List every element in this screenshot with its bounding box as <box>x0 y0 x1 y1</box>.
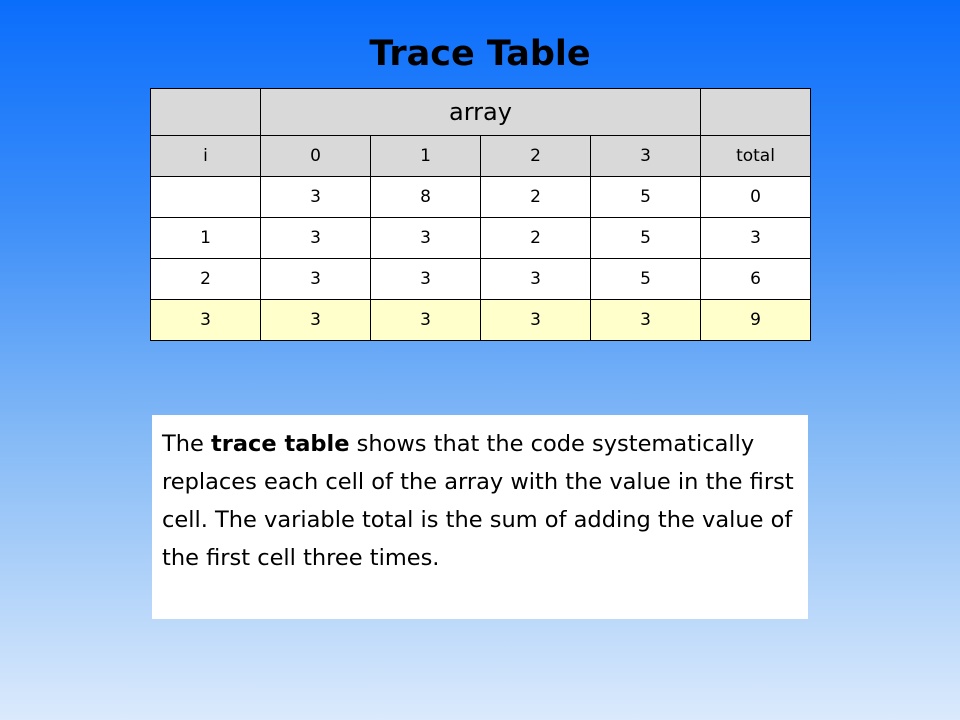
note-bold-term: trace table <box>211 431 350 457</box>
table-cell: 0 <box>700 176 811 218</box>
table-cell: 5 <box>590 258 701 300</box>
table-header-row: array <box>150 88 811 136</box>
table-cell: 8 <box>370 176 481 218</box>
table-row: 2 3 3 3 5 6 <box>150 258 811 300</box>
slide-title: Trace Table <box>369 34 591 74</box>
table-cell: 3 <box>700 217 811 259</box>
table-cell: 2 <box>480 176 591 218</box>
index-header-row: i 0 1 2 3 total <box>150 135 811 177</box>
table-cell: 2 <box>150 258 261 300</box>
explanation-text-box: The trace table shows that the code syst… <box>152 415 808 619</box>
index-header-cell: i <box>150 135 261 177</box>
table-cell: 5 <box>590 176 701 218</box>
table-cell: 5 <box>590 217 701 259</box>
table-cell: 3 <box>260 217 371 259</box>
table-cell: 3 <box>370 299 481 341</box>
table-cell: 1 <box>150 217 261 259</box>
table-cell: 3 <box>370 217 481 259</box>
table-row: 3 8 2 5 0 <box>150 176 811 218</box>
index-header-cell: 3 <box>590 135 701 177</box>
index-header-cell: 2 <box>480 135 591 177</box>
index-header-cell: 1 <box>370 135 481 177</box>
header-empty-cell <box>700 88 811 136</box>
table-cell: 3 <box>260 258 371 300</box>
table-cell <box>150 176 261 218</box>
note-text-start: The <box>162 431 211 457</box>
table-row: 1 3 3 2 5 3 <box>150 217 811 259</box>
table-cell: 6 <box>700 258 811 300</box>
table-cell: 3 <box>590 299 701 341</box>
index-header-cell: 0 <box>260 135 371 177</box>
array-header-cell: array <box>260 88 701 136</box>
highlighted-table-row: 3 3 3 3 3 9 <box>150 299 811 341</box>
header-empty-cell <box>150 88 261 136</box>
table-cell: 3 <box>370 258 481 300</box>
table-cell: 3 <box>260 176 371 218</box>
table-cell: 3 <box>260 299 371 341</box>
table-cell: 3 <box>480 258 591 300</box>
index-header-cell: total <box>700 135 811 177</box>
trace-table: array i 0 1 2 3 total 3 8 2 5 0 1 3 3 2 … <box>150 88 811 341</box>
table-cell: 9 <box>700 299 811 341</box>
table-cell: 3 <box>480 299 591 341</box>
table-cell: 3 <box>150 299 261 341</box>
table-cell: 2 <box>480 217 591 259</box>
